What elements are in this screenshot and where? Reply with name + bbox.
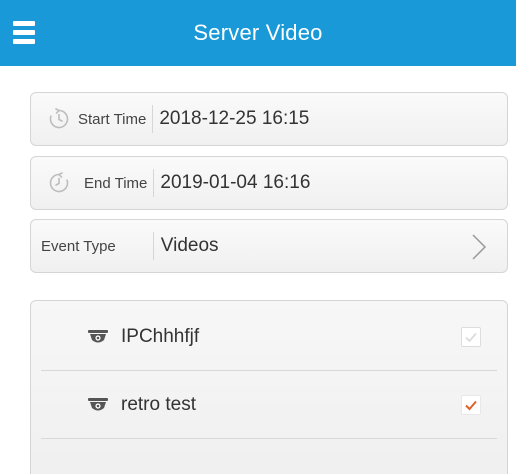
- start-time-label: Start Time: [78, 110, 147, 128]
- field-divider: [152, 105, 154, 133]
- hamburger-menu-icon[interactable]: [13, 21, 35, 44]
- chevron-right-icon[interactable]: [471, 234, 487, 260]
- end-time-label: End Time: [84, 174, 148, 192]
- event-type-value: Videos: [160, 235, 219, 256]
- device-row-retro-test[interactable]: retro test: [41, 371, 497, 439]
- camera-icon: [87, 329, 109, 345]
- field-divider: [153, 169, 155, 197]
- end-time-field[interactable]: End Time 2019-01-04 16:16: [30, 156, 508, 210]
- page-title: Server Video: [193, 20, 323, 45]
- device-name: IPChhhfjf: [121, 325, 200, 347]
- camera-icon: [87, 397, 109, 413]
- device-row-ipchhhfjf[interactable]: IPChhhfjf: [41, 303, 497, 371]
- event-type-field[interactable]: Event Type Videos: [30, 219, 508, 273]
- device-name: retro test: [121, 393, 196, 415]
- app-header: Server Video: [0, 0, 516, 66]
- end-time-value: 2019-01-04 16:16: [160, 172, 311, 193]
- event-type-label: Event Type: [41, 237, 116, 255]
- clock-backward-icon: [48, 172, 70, 194]
- device-checkbox[interactable]: [461, 395, 481, 415]
- device-list: IPChhhfjf retro test: [30, 300, 508, 474]
- start-time-field[interactable]: Start Time 2018-12-25 16:15: [30, 92, 508, 146]
- device-checkbox[interactable]: [461, 327, 481, 347]
- field-divider: [152, 232, 154, 260]
- start-time-value: 2018-12-25 16:15: [159, 108, 310, 129]
- clock-forward-icon: [48, 108, 70, 130]
